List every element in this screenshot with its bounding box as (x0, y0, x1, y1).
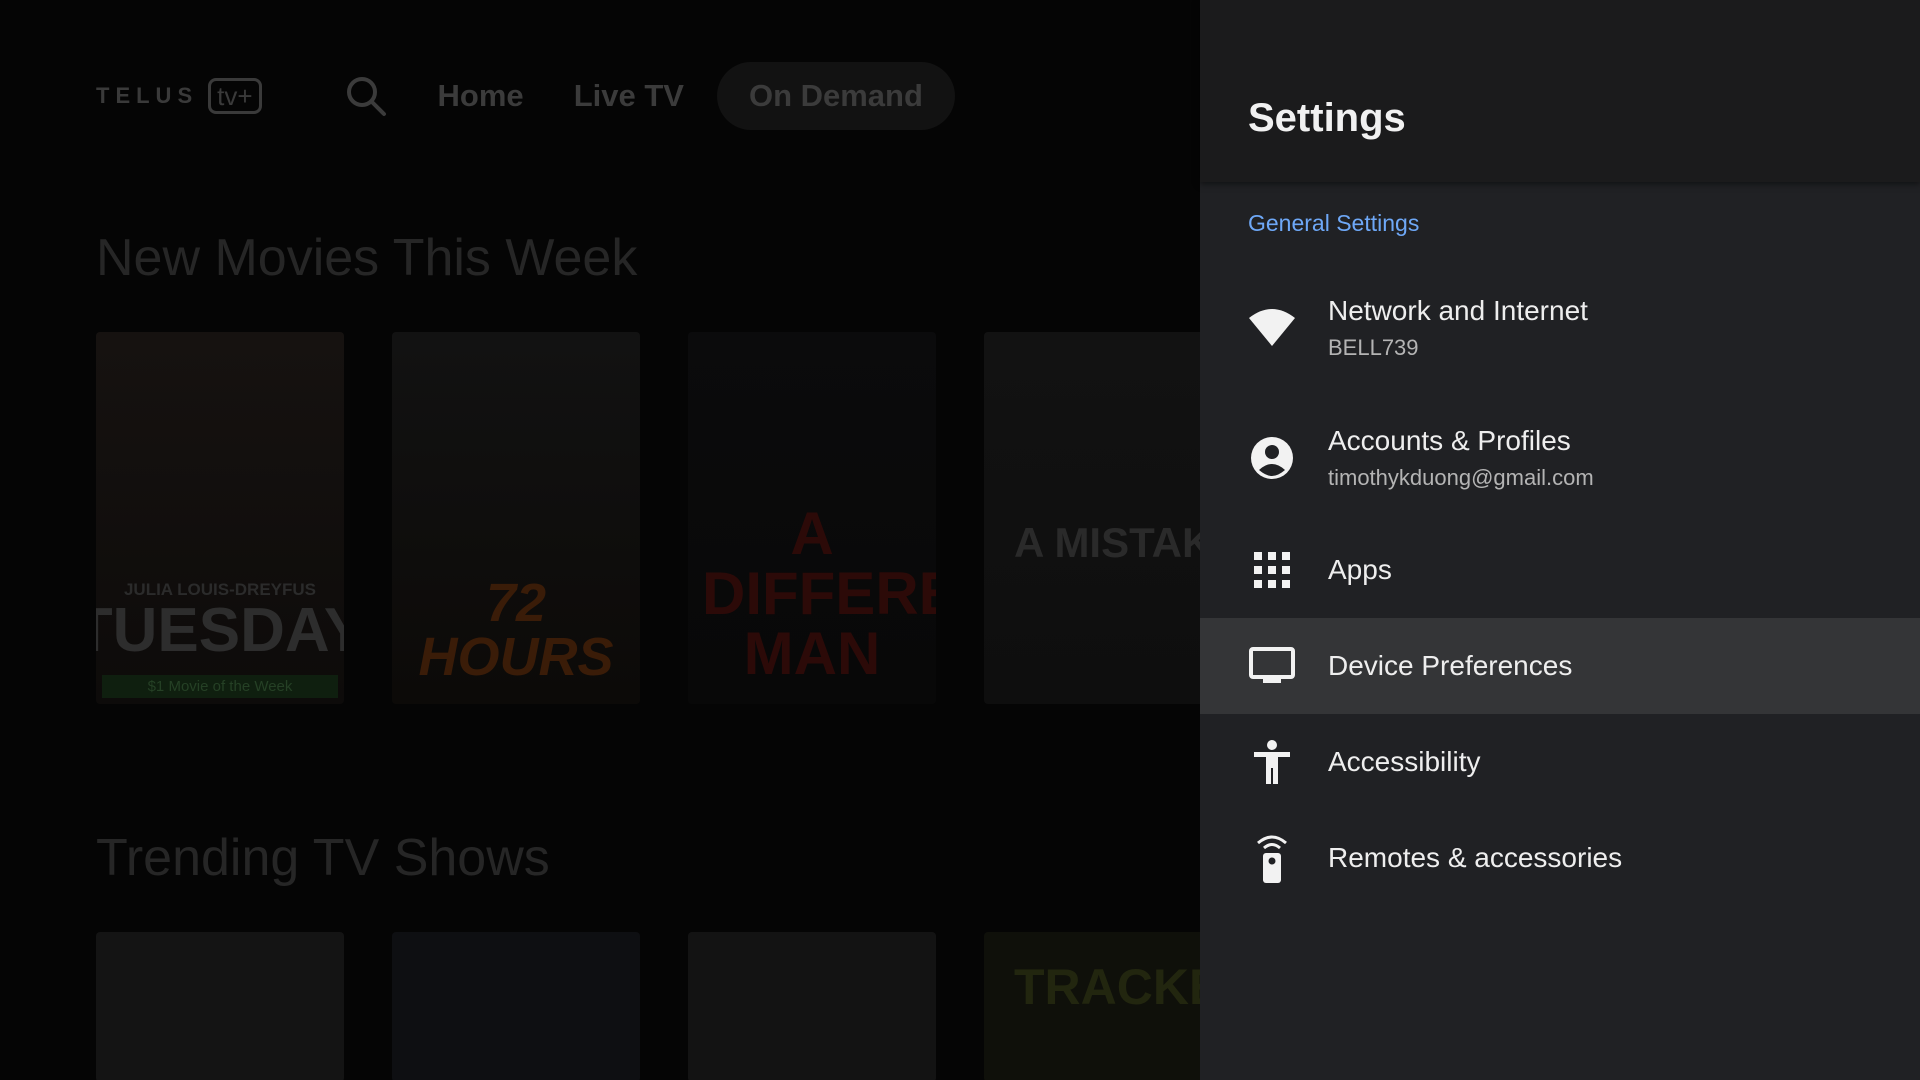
nav-home[interactable]: Home (438, 78, 524, 114)
settings-item-apps[interactable]: Apps (1200, 530, 1920, 610)
logo-suffix: tv+ (208, 78, 262, 114)
settings-header: Settings (1200, 0, 1920, 182)
trending-tv-row: TRACKER (96, 932, 1200, 1080)
new-movies-row: JULIA LOUIS-DREYFUS TUESDAY $1 Movie of … (96, 332, 1200, 704)
settings-item-label: Accessibility (1328, 746, 1481, 777)
logo-brand: TELUS (96, 83, 199, 108)
nav-live-tv[interactable]: Live TV (574, 78, 684, 114)
poster-a-mistake[interactable]: A MISTAKE (984, 332, 1200, 704)
settings-item-label: Network and Internet (1328, 295, 1588, 326)
settings-item-label: Device Preferences (1328, 650, 1573, 681)
nav-on-demand[interactable]: On Demand (716, 62, 955, 130)
poster-actor: JULIA LOUIS-DREYFUS (123, 580, 317, 599)
account-circle-icon (1232, 436, 1312, 480)
settings-item-sub: BELL739 (1328, 335, 1419, 360)
settings-item-label: Accounts & Profiles (1328, 425, 1571, 456)
section-general-settings: General Settings (1248, 210, 1420, 236)
remote-icon (1232, 833, 1312, 883)
wifi-icon (1232, 308, 1312, 348)
settings-item-accounts[interactable]: Accounts & Profiles timothykduong@gmail.… (1200, 410, 1920, 506)
search-icon[interactable] (344, 74, 388, 118)
poster-title: TRACKER (1014, 959, 1200, 1015)
row-title-new-movies: New Movies This Week (96, 229, 638, 287)
poster-72-hours[interactable]: 72 HOURS (392, 332, 640, 704)
poster-title: TUESDAY (96, 596, 344, 665)
settings-item-accessibility[interactable]: Accessibility (1200, 722, 1920, 802)
settings-item-network[interactable]: Network and Internet BELL739 (1200, 280, 1920, 376)
poster-badge: $1 Movie of the Week (102, 675, 338, 698)
background-tv-app: TELUS tv+ Home Live TV On Demand New Mov… (0, 0, 1200, 1080)
page-title: Settings (1248, 96, 1406, 140)
poster-trending-2[interactable] (392, 932, 640, 1080)
settings-item-device-preferences[interactable]: Device Preferences (1200, 618, 1920, 714)
tv-monitor-icon (1232, 647, 1312, 685)
settings-item-sub: timothykduong@gmail.com (1328, 465, 1594, 490)
settings-panel: Settings General Settings Network and In… (1200, 0, 1920, 1080)
top-navigation: TELUS tv+ Home Live TV On Demand (96, 60, 955, 132)
settings-item-label: Remotes & accessories (1328, 842, 1623, 873)
poster-title: 72 HOURS (418, 573, 614, 687)
accessibility-icon (1232, 740, 1312, 784)
settings-item-remotes[interactable]: Remotes & accessories (1200, 818, 1920, 898)
poster-a-different-man[interactable]: A DIFFERENT MAN (688, 332, 936, 704)
poster-tracker[interactable]: TRACKER (984, 932, 1200, 1080)
telus-tv-logo: TELUS tv+ (96, 78, 262, 114)
poster-trending-1[interactable] (96, 932, 344, 1080)
row-title-trending-tv: Trending TV Shows (96, 829, 550, 887)
settings-item-label: Apps (1328, 554, 1392, 585)
poster-title: A DIFFERENT MAN (702, 500, 936, 687)
poster-tuesday[interactable]: JULIA LOUIS-DREYFUS TUESDAY $1 Movie of … (96, 332, 344, 704)
poster-trending-3[interactable] (688, 932, 936, 1080)
poster-title: A MISTAKE (1014, 519, 1200, 566)
apps-grid-icon (1232, 552, 1312, 588)
